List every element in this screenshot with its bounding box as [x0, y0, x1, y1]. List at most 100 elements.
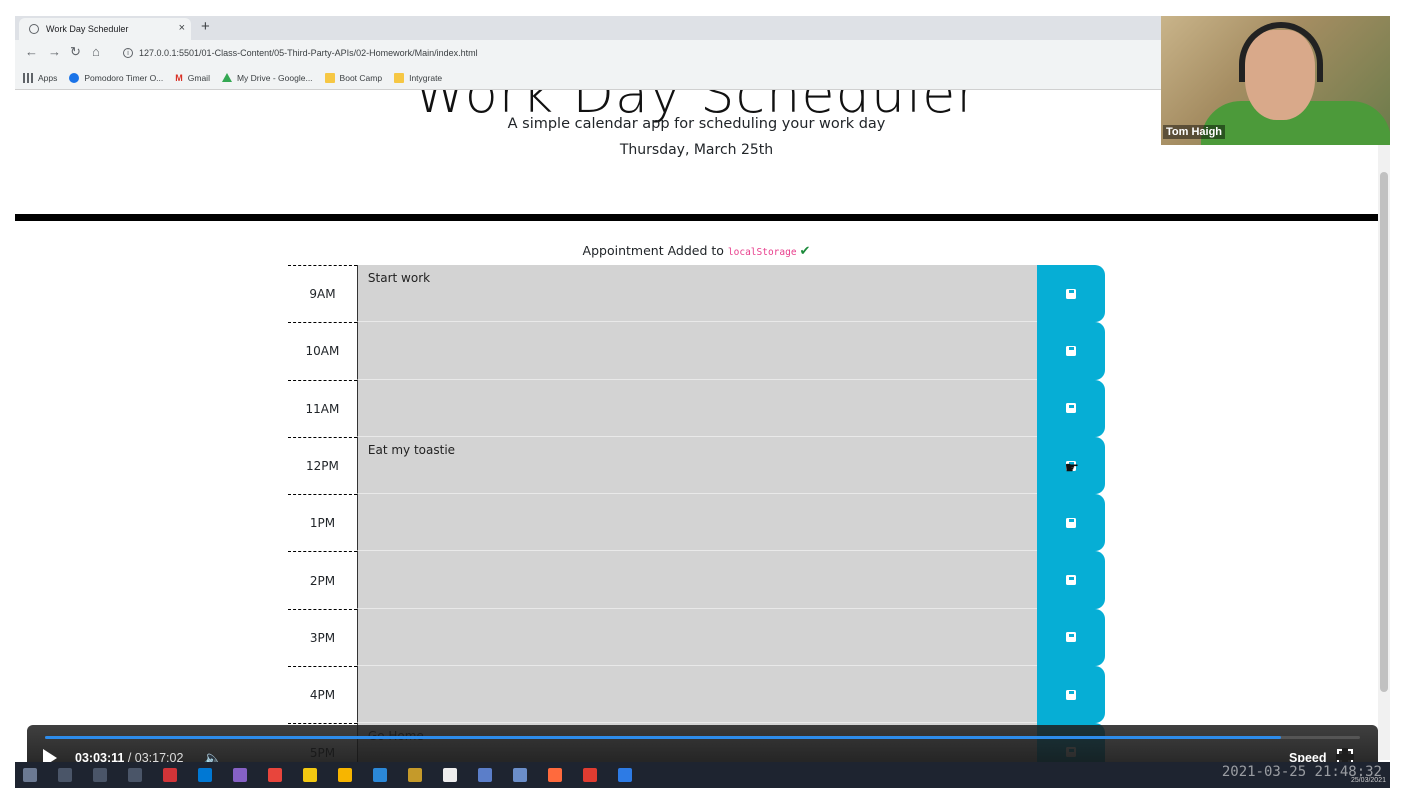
headphones-icon [1239, 22, 1323, 82]
app-icon-purple[interactable] [233, 768, 247, 782]
search-icon[interactable] [58, 768, 72, 782]
save-button[interactable] [1037, 666, 1105, 724]
apps-icon [23, 72, 33, 83]
check-icon: ✔ [799, 244, 811, 259]
save-icon [1066, 689, 1077, 700]
event-textarea[interactable] [356, 379, 1038, 437]
bookmark-item[interactable]: My Drive - Google... [221, 72, 313, 83]
bookmark-item[interactable]: M Gmail [175, 73, 210, 83]
hour-label: 11AM [288, 379, 357, 437]
save-button[interactable] [1037, 379, 1105, 437]
address-bar[interactable]: i 127.0.0.1:5501/01-Class-Content/05-Thi… [115, 43, 1155, 63]
reload-icon[interactable]: ↻ [70, 44, 81, 60]
page-content: Work Day Scheduler A simple calendar app… [15, 90, 1378, 804]
hour-label: 3PM [288, 608, 357, 666]
hand-cursor-icon: ☛ [1064, 459, 1079, 477]
hour-label: 12PM [288, 436, 357, 494]
taskbar: 2021-03-25 21:48:32 25/03/2021 [15, 762, 1390, 788]
app-icon-blue[interactable] [198, 768, 212, 782]
timeblock-list: 9AM Start work 10AM 11AM 12PM Eat my toastie ☛… [288, 265, 1105, 781]
storage-notice: Appointment Added to localStorage ✔ [15, 243, 1378, 259]
event-textarea[interactable] [356, 494, 1038, 552]
event-textarea[interactable] [356, 551, 1038, 609]
hour-label: 1PM [288, 494, 357, 551]
save-icon [1066, 288, 1077, 299]
save-icon [1066, 517, 1077, 528]
save-icon [1066, 403, 1077, 414]
timeblock-row: 9AM Start work [288, 265, 1105, 323]
scrollbar-thumb[interactable] [1380, 172, 1388, 692]
bookmark-label: Apps [38, 72, 58, 83]
app-icon-orange[interactable] [548, 768, 562, 782]
save-button[interactable] [1037, 608, 1105, 667]
vscode-icon[interactable] [373, 768, 387, 782]
task-view-icon[interactable] [93, 768, 107, 782]
info-icon[interactable]: i [123, 48, 133, 58]
chrome-icon[interactable] [268, 768, 282, 782]
event-textarea[interactable] [356, 608, 1038, 667]
app-icon-blue-2[interactable] [618, 768, 632, 782]
save-button[interactable] [1037, 551, 1105, 609]
app-icon-slate[interactable] [478, 768, 492, 782]
event-textarea[interactable] [356, 666, 1038, 724]
bookmark-label: Boot Camp [339, 72, 383, 83]
presenter-name: Tom Haigh [1163, 125, 1226, 139]
home-icon[interactable]: ⌂ [92, 44, 100, 59]
header-divider [15, 214, 1378, 221]
timeblock-row: 1PM [288, 494, 1105, 552]
close-tab-icon[interactable]: × [179, 22, 185, 34]
bookmark-label: Intygrate [409, 72, 443, 83]
event-textarea[interactable] [356, 322, 1038, 380]
gmail-icon: M [175, 72, 183, 83]
bookmark-label: My Drive - Google... [236, 72, 313, 83]
timeblock-row: 2PM [288, 551, 1105, 609]
url-text: 127.0.0.1:5501/01-Class-Content/05-Third… [139, 48, 478, 58]
webcam-overlay: Tom Haigh [1161, 16, 1390, 145]
bookmark-label: Pomodoro Timer O... [84, 72, 164, 83]
page-scrollbar[interactable] [1378, 90, 1390, 760]
event-textarea[interactable]: Eat my toastie [356, 436, 1038, 495]
hour-label: 4PM [288, 666, 357, 723]
app-icon-red-2[interactable] [583, 768, 597, 782]
hour-label: 9AM [288, 265, 357, 322]
folder-app-icon[interactable] [303, 768, 317, 782]
save-button[interactable] [1037, 265, 1105, 323]
save-icon [1066, 575, 1077, 586]
start-icon[interactable] [23, 768, 37, 782]
bookmark-item[interactable]: Apps [23, 72, 58, 83]
back-arrow-icon[interactable]: ← [25, 44, 38, 59]
forward-arrow-icon[interactable]: → [48, 44, 61, 59]
globe-icon [29, 24, 39, 34]
timeblock-row: 10AM [288, 322, 1105, 380]
app-icon-light-blue[interactable] [513, 768, 527, 782]
widgets-icon[interactable] [128, 768, 142, 782]
hour-label: 10AM [288, 322, 357, 379]
timeblock-row: 3PM [288, 608, 1105, 667]
event-textarea[interactable]: Start work [356, 265, 1038, 323]
bookmark-item[interactable]: Pomodoro Timer O... [69, 72, 164, 83]
app-icon-red[interactable] [163, 768, 177, 782]
save-button[interactable] [1037, 322, 1105, 380]
hour-label: 2PM [288, 551, 357, 608]
taskbar-date: 25/03/2021 [1350, 777, 1386, 784]
new-tab-button[interactable]: + [201, 18, 210, 35]
save-button[interactable] [1037, 494, 1105, 552]
notice-text: Appointment Added to [582, 243, 728, 258]
tab-title: Work Day Scheduler [46, 24, 129, 34]
app-icon-yellow[interactable] [338, 768, 352, 782]
pomodoro-icon [69, 72, 80, 83]
progress-fill [45, 736, 1282, 739]
timeblock-row: 11AM [288, 379, 1105, 437]
folder-icon [324, 72, 335, 83]
bookmark-item[interactable]: Boot Camp [324, 72, 383, 83]
tab-work-day-scheduler[interactable]: Work Day Scheduler × [19, 18, 191, 40]
progress-bar[interactable] [45, 736, 1360, 739]
screen: Work Day Scheduler × + ← → ↻ ⌂ i 127.0.0… [0, 0, 1407, 804]
save-icon [1066, 345, 1077, 356]
drive-icon [221, 73, 232, 82]
app-icon-white[interactable] [443, 768, 457, 782]
save-icon [1066, 632, 1077, 643]
bookmark-label: Gmail [187, 72, 210, 83]
app-icon-gold[interactable] [408, 768, 422, 782]
bookmark-item[interactable]: Intygrate [394, 72, 443, 83]
